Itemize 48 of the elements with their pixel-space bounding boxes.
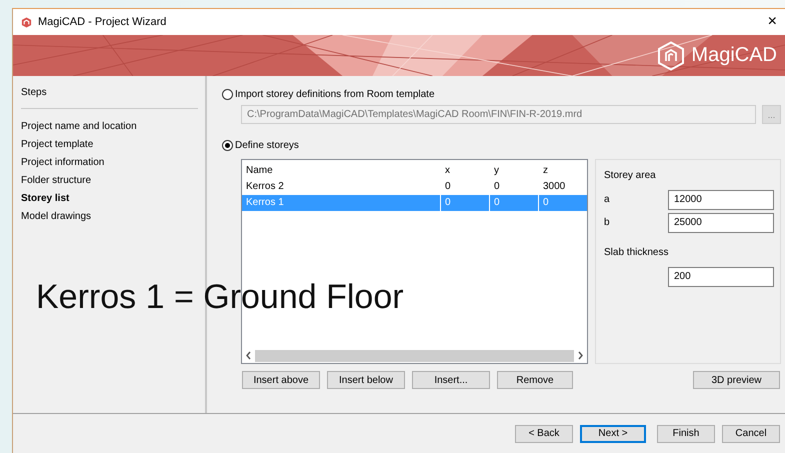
logo-icon (657, 40, 686, 70)
input-field[interactable]: 200 (668, 266, 774, 286)
step-item[interactable]: Storey list (21, 190, 198, 208)
wizard-nav-button[interactable]: Next > (580, 424, 646, 442)
wizard-nav-button[interactable]: Finish (657, 424, 715, 442)
input-field[interactable]: 25000 (668, 212, 774, 232)
field-label: b (604, 217, 611, 228)
column-header[interactable]: z (539, 163, 587, 179)
section-title: Slab thickness (604, 247, 670, 258)
logo-text: MagiCAD (691, 44, 777, 67)
table-action-button[interactable]: Insert below (327, 371, 405, 389)
table-cell-text: 0 (444, 180, 452, 194)
scroll-right-icon[interactable] (577, 351, 584, 360)
step-item[interactable]: Project template (21, 136, 198, 154)
radio-label: Define storeys (235, 140, 299, 150)
app-logo-icon (21, 16, 32, 28)
table-row[interactable]: Kerros 2 0 0 3000 (242, 179, 587, 195)
table-cell: 0 (490, 195, 539, 211)
wizard-nav-button[interactable]: Cancel (722, 424, 780, 442)
table-cell-text: 0 (542, 196, 550, 210)
step-item[interactable]: Project name and location (21, 118, 198, 136)
table-cell-text: 0 (493, 180, 501, 194)
table-cell-text: 3000 (542, 180, 566, 194)
steps-heading: Steps (21, 87, 198, 109)
section-title: Storey area (604, 170, 657, 181)
step-item[interactable]: Project information (21, 154, 198, 172)
close-button[interactable]: × (768, 14, 777, 30)
table-cell-text: Kerros 2 (245, 180, 285, 194)
column-header[interactable]: y (490, 163, 539, 179)
table-action-button[interactable]: Insert above (242, 371, 320, 389)
input-field[interactable]: 12000 (668, 190, 774, 210)
table-action-button[interactable]: Insert... (412, 371, 490, 389)
preview-button[interactable]: 3D preview (693, 371, 780, 389)
column-header[interactable]: Name (242, 163, 441, 179)
scroll-left-icon[interactable] (245, 351, 252, 360)
column-header[interactable]: x (441, 163, 490, 179)
annotation-text: Kerros 1 = Ground Floor (36, 278, 404, 317)
wizard-nav-button[interactable]: < Back (515, 424, 573, 442)
window-title: MagiCAD - Project Wizard (38, 16, 168, 28)
step-item[interactable]: Model drawings (21, 208, 198, 226)
field-label: a (604, 194, 611, 205)
table-cell: 0 (441, 195, 490, 211)
radio-label: Import storey definitions from Room template (235, 88, 435, 100)
scrollbar-thumb[interactable] (255, 350, 574, 362)
step-item[interactable]: Folder structure (21, 172, 198, 190)
radio-button[interactable] (222, 140, 233, 150)
table-cell: Kerros 1 (242, 195, 441, 211)
table-action-button[interactable]: Remove (497, 371, 573, 389)
